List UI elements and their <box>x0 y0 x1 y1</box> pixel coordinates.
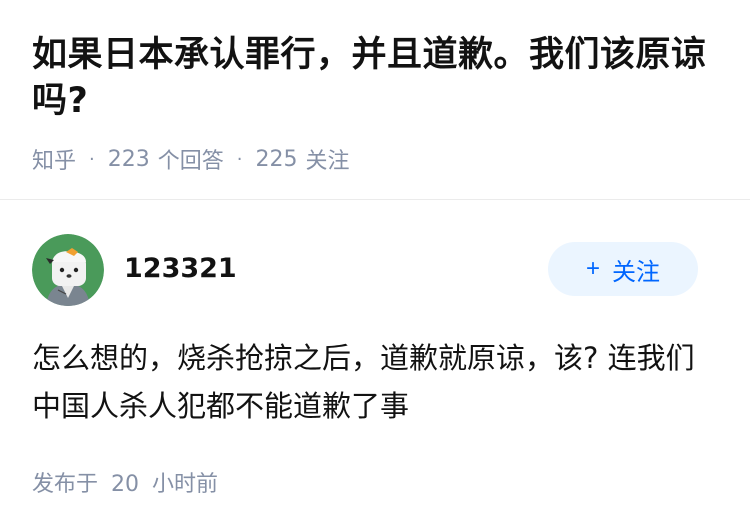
answer-publish-time: 发布于 20 小时前 <box>32 466 218 498</box>
question-meta: 知乎 · 223 个回答 · 225 关注 <box>32 143 350 175</box>
publish-unit: 小时前 <box>152 472 219 497</box>
question-header: 如果日本承认罪行，并且道歉。我们该原谅吗? <box>32 32 722 124</box>
answer-content[interactable]: 怎么想的，烧杀抢掠之后，道歉就原谅，该? 连我们中国人杀人犯都不能道歉了事 <box>32 334 718 430</box>
publish-prefix: 发布于 <box>32 472 99 497</box>
answer-count-label: 个回答 <box>157 149 224 174</box>
question-title[interactable]: 如果日本承认罪行，并且道歉。我们该原谅吗? <box>32 32 722 124</box>
follower-count-label: 关注 <box>305 149 350 174</box>
section-divider <box>0 199 750 200</box>
answer-count: 223 <box>107 146 150 172</box>
follower-count: 225 <box>255 146 298 172</box>
separator-dot: · <box>89 148 95 170</box>
cartoon-avatar-icon <box>32 234 104 306</box>
avatar[interactable] <box>32 234 104 306</box>
separator-dot: · <box>236 148 243 170</box>
publish-number: 20 <box>111 472 140 497</box>
follow-button[interactable]: + 关注 <box>548 242 698 296</box>
follow-button-label: 关注 <box>612 258 660 286</box>
author-name[interactable]: 123321 <box>124 252 237 286</box>
source-label[interactable]: 知乎 <box>32 143 76 175</box>
zhihu-question-page: 如果日本承认罪行，并且道歉。我们该原谅吗? 知乎 · 223 个回答 · 225… <box>0 0 750 532</box>
plus-icon: + <box>585 255 600 282</box>
